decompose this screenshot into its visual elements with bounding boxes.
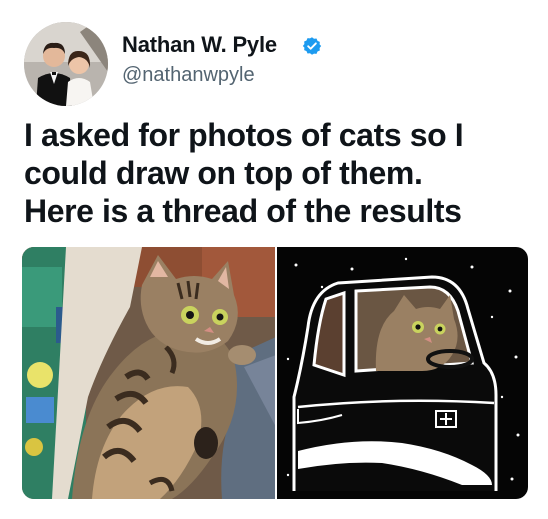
avatar[interactable] [24, 22, 108, 106]
verified-badge-icon [302, 37, 322, 55]
tweet-text-line: could draw on top of them. [24, 155, 423, 191]
cat-photo[interactable] [22, 247, 276, 499]
author-name[interactable]: Nathan W. Pyle [122, 32, 277, 58]
author-handle[interactable]: @nathanwpyle [122, 64, 255, 87]
tweet-media[interactable] [22, 247, 528, 499]
avatar-photo [24, 22, 108, 106]
tweet-card: Nathan W. Pyle @nathanwpyle I asked for … [0, 0, 548, 519]
tweet-text-line: I asked for photos of cats so I [24, 117, 464, 153]
cat-drawing[interactable] [275, 247, 528, 499]
tweet-text: I asked for photos of cats so I could dr… [24, 116, 544, 230]
tweet-text-line: Here is a thread of the results [24, 193, 462, 229]
